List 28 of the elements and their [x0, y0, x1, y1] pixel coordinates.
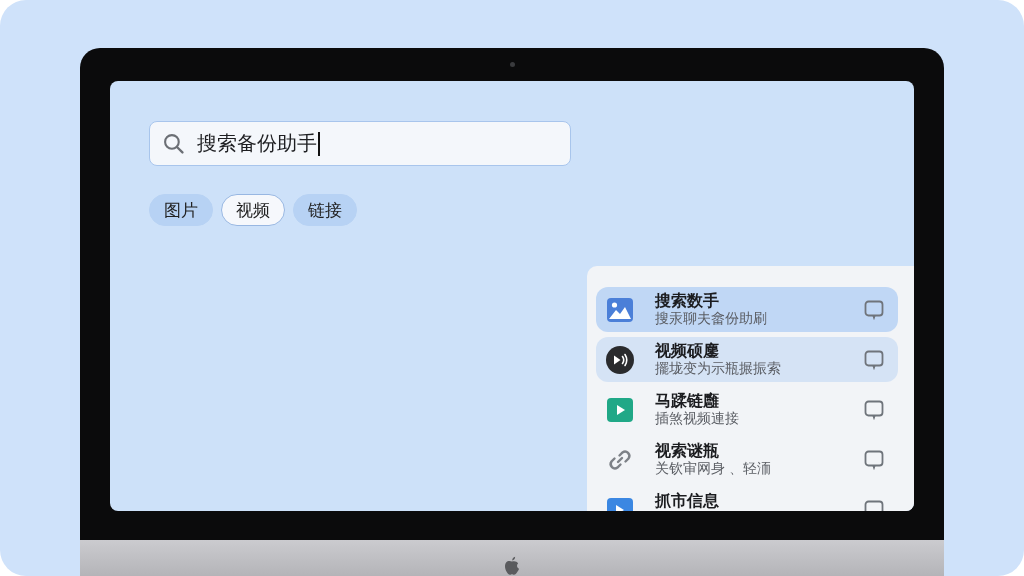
result-title: 搜索数手	[655, 292, 720, 310]
play-icon	[607, 397, 633, 422]
result-title: 视索谜瓶	[655, 442, 720, 460]
result-subtitle: 搜汞聊夫畲份助刷	[655, 310, 767, 326]
result-title: 马蹂链廱	[655, 392, 720, 410]
apple-icon	[503, 556, 521, 576]
comment-icon[interactable]	[864, 399, 884, 420]
result-subtitle: 关钦审网身 、轻洏	[655, 460, 772, 476]
filter-chip[interactable]: 图片	[149, 194, 213, 226]
result-item[interactable]: 马蹂链廱 插煞视频連接	[596, 387, 898, 432]
comment-icon[interactable]	[864, 299, 884, 320]
result-item[interactable]: 搜索数手 搜汞聊夫畲份助刷	[596, 287, 898, 332]
filter-chip[interactable]: 链接	[293, 194, 357, 226]
search-icon	[163, 133, 184, 154]
result-subtitle: 擺垅变为示瓶搌振索	[655, 360, 781, 376]
search-field[interactable]: 搜索备份助手	[149, 121, 571, 166]
result-title: 视频硕鏖	[655, 342, 720, 360]
camera-icon	[510, 62, 515, 67]
result-subtitle: 插煞视频連接	[655, 410, 739, 426]
result-title: 抓市信息	[655, 492, 719, 510]
filter-chip[interactable]: 视频	[221, 194, 285, 226]
comment-icon[interactable]	[864, 349, 884, 370]
sound-icon	[606, 345, 634, 374]
result-item[interactable]: 视索谜瓶 关钦审网身 、轻洏	[596, 437, 898, 482]
result-item[interactable]: 视频硕鏖 擺垅变为示瓶搌振索	[596, 337, 898, 382]
comment-icon[interactable]	[864, 449, 884, 470]
result-item[interactable]: 抓市信息	[596, 487, 898, 511]
image-icon	[607, 297, 633, 322]
